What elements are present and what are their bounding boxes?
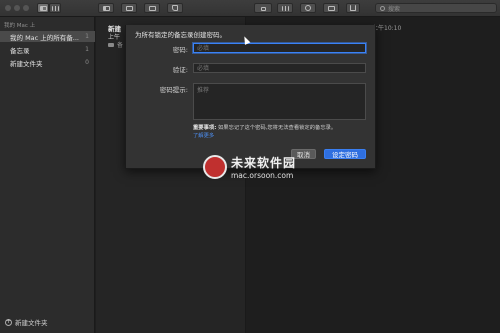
- notice-body: 如果忘记了这个密码,您将无法查看锁定的备忘录。: [218, 125, 337, 131]
- lock-note-button[interactable]: [254, 3, 272, 13]
- password-label: 密码:: [172, 46, 188, 54]
- sidebar-icon: [102, 5, 110, 11]
- sidebar-item-all-notes[interactable]: 我的 Mac 上的所有备... 1: [0, 31, 95, 42]
- watermark-url: mac.orsoon.com: [231, 171, 294, 180]
- toggle-sidebar-button[interactable]: [98, 3, 114, 13]
- compose-icon: [172, 5, 178, 11]
- note-folder: 备: [108, 40, 123, 49]
- note-folder-label: 备: [117, 42, 124, 49]
- sidebar-item-label: 我的 Mac 上的所有备...: [10, 33, 79, 42]
- hint-field[interactable]: [193, 83, 366, 120]
- search-placeholder: 搜索: [388, 5, 401, 13]
- share-button[interactable]: [346, 3, 360, 13]
- notice-text: 重要事项: 如果忘记了这个密码,您将无法查看锁定的备忘录。: [193, 124, 371, 132]
- new-folder-label: 新建文件夹: [15, 319, 48, 327]
- search-icon: [380, 5, 385, 11]
- toolbar: 搜索: [0, 0, 500, 17]
- verify-label: 验证:: [172, 66, 188, 74]
- sidebar-item-new-folder[interactable]: 新建文件夹 0: [0, 57, 95, 68]
- set-password-button[interactable]: 设定密码: [324, 149, 366, 159]
- sidebar-item-count: 0: [85, 59, 89, 66]
- watermark: 未来软件园 mac.orsoon.com: [203, 154, 296, 180]
- hint-label: 密码提示:: [159, 86, 188, 94]
- delete-note-button[interactable]: [144, 3, 160, 13]
- photo-icon: [327, 5, 335, 11]
- new-note-button[interactable]: [167, 3, 183, 13]
- checklist-button[interactable]: [300, 3, 316, 13]
- verify-field[interactable]: [193, 63, 366, 73]
- sidebar: 我的 Mac 上 我的 Mac 上的所有备... 1 备忘录 1 新建文件夹 0…: [0, 17, 95, 333]
- grid-icon: [51, 5, 59, 11]
- table-icon: [281, 5, 289, 11]
- list-view-button[interactable]: [37, 3, 49, 13]
- close-window-button[interactable]: [5, 5, 11, 11]
- lock-icon: [260, 7, 266, 11]
- sidebar-item-count: 1: [85, 33, 89, 40]
- dialog-message: 为所有锁定的备忘录创建密码。: [135, 31, 226, 39]
- plus-icon: +: [5, 318, 12, 326]
- search-field[interactable]: 搜索: [375, 3, 497, 13]
- attachments-button[interactable]: [121, 3, 137, 13]
- checklist-icon: [305, 5, 311, 11]
- list-icon: [39, 5, 47, 11]
- create-password-dialog: 为所有锁定的备忘录创建密码。 密码: 验证: 密码提示: 重要事项: 如果忘记了…: [125, 25, 376, 169]
- trash-icon: [148, 5, 156, 11]
- table-button[interactable]: [277, 3, 293, 13]
- minimize-window-button[interactable]: [14, 5, 20, 11]
- share-icon: [350, 5, 356, 11]
- folder-icon: [108, 42, 114, 47]
- watermark-logo-icon: [203, 155, 227, 179]
- photo-button[interactable]: [323, 3, 339, 13]
- sidebar-section-title: 我的 Mac 上: [4, 23, 36, 29]
- sidebar-item-count: 1: [85, 46, 89, 53]
- sidebar-item-notes[interactable]: 备忘录 1: [0, 44, 95, 55]
- watermark-text: 未来软件园 mac.orsoon.com: [231, 154, 296, 180]
- attachments-icon: [125, 5, 133, 11]
- sidebar-item-label: 新建文件夹: [10, 59, 43, 68]
- watermark-name: 未来软件园: [231, 156, 297, 170]
- sidebar-item-label: 备忘录: [10, 46, 30, 55]
- password-field[interactable]: [193, 43, 366, 53]
- editor-date: 上午10:10: [372, 25, 402, 32]
- gallery-view-button[interactable]: [49, 3, 61, 13]
- learn-more-link[interactable]: 了解更多: [193, 131, 214, 139]
- zoom-window-button[interactable]: [23, 5, 29, 11]
- new-folder-button[interactable]: + 新建文件夹: [5, 317, 48, 327]
